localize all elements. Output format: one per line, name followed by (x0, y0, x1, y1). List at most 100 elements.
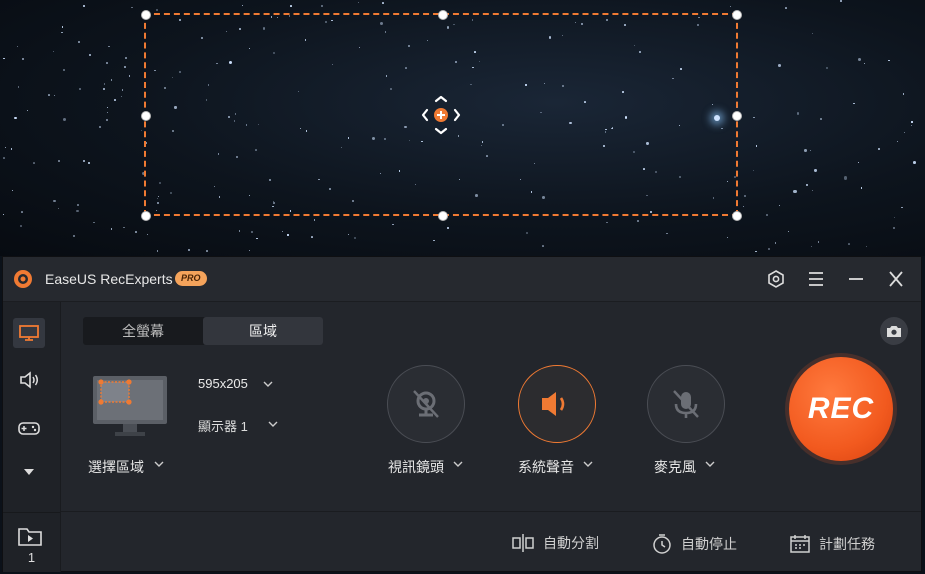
star (863, 62, 865, 64)
star (606, 221, 608, 224)
microphone-chevron-down-icon[interactable] (705, 461, 715, 467)
move-icon[interactable] (421, 95, 461, 135)
resize-handle-bm[interactable] (438, 211, 448, 221)
speaker-icon (542, 392, 565, 416)
star (106, 61, 109, 64)
record-button[interactable]: REC (789, 357, 893, 461)
star (123, 226, 125, 229)
star (847, 243, 850, 246)
star (131, 6, 134, 9)
star (817, 240, 820, 243)
star (129, 75, 131, 77)
screenshot-button[interactable] (880, 317, 908, 345)
region-monitor-icon[interactable] (93, 376, 167, 438)
resize-handle-tm[interactable] (438, 10, 448, 20)
webcam-chevron-down-icon[interactable] (453, 461, 463, 467)
star (774, 242, 777, 244)
webcam-toggle-button[interactable] (387, 365, 465, 443)
recorder-panel: EaseUS RecExperts PRO 1 全螢幕 區域 595x205 顯… (2, 256, 922, 572)
star (19, 225, 22, 227)
star (98, 126, 101, 129)
star (852, 102, 855, 105)
app-logo-icon (14, 270, 32, 288)
resize-handle-bl[interactable] (141, 211, 151, 221)
display-select[interactable]: 顯示器 1 (198, 416, 248, 435)
star (840, 0, 842, 2)
system-sound-label[interactable]: 系統聲音 (518, 457, 574, 477)
menu-icon[interactable] (803, 267, 829, 291)
resize-handle-ml[interactable] (141, 111, 151, 121)
sidebar-item-audio[interactable] (13, 365, 45, 395)
resize-handle-br[interactable] (732, 211, 742, 221)
star (78, 41, 81, 44)
star (810, 149, 812, 151)
star (248, 250, 250, 252)
star (893, 217, 895, 219)
star (53, 95, 55, 97)
sidebar-item-screen[interactable] (13, 318, 45, 348)
star (21, 57, 24, 60)
recordings-count: 1 (27, 550, 36, 565)
resize-handle-tl[interactable] (141, 10, 151, 20)
sidebar-item-more[interactable] (13, 457, 45, 487)
system-sound-toggle-button[interactable] (518, 365, 596, 443)
star (911, 121, 913, 123)
timer-icon (653, 534, 671, 554)
tab-fullscreen[interactable]: 全螢幕 (83, 317, 203, 345)
star (752, 169, 755, 172)
star (911, 124, 913, 126)
microphone-toggle-button[interactable] (647, 365, 725, 443)
star (812, 32, 814, 34)
select-area-chevron-down-icon[interactable] (154, 461, 164, 467)
star (33, 162, 36, 165)
resize-handle-tr[interactable] (732, 10, 742, 20)
region-size[interactable]: 595x205 (198, 376, 248, 391)
pro-badge[interactable]: PRO (175, 271, 207, 286)
star (357, 1, 360, 4)
star (753, 116, 755, 119)
star (93, 221, 95, 224)
star (3, 57, 5, 60)
star (103, 83, 106, 85)
close-icon[interactable] (883, 267, 909, 291)
star (777, 64, 781, 67)
star (134, 231, 137, 233)
auto-stop-button[interactable]: 自動停止 (651, 533, 737, 555)
star (47, 93, 50, 96)
size-chevron-down-icon[interactable] (263, 381, 273, 387)
app-title: EaseUS RecExperts (45, 271, 173, 287)
record-label: REC (807, 392, 875, 425)
minimize-icon[interactable] (843, 267, 869, 291)
webcam-label[interactable]: 視訊鏡頭 (388, 457, 444, 477)
select-area-label[interactable]: 選擇區域 (88, 457, 144, 477)
system-sound-chevron-down-icon[interactable] (583, 461, 593, 467)
sidebar-item-game[interactable] (13, 413, 45, 443)
star (10, 148, 13, 150)
star (18, 86, 20, 88)
tab-region[interactable]: 區域 (203, 317, 323, 345)
display-chevron-down-icon[interactable] (268, 421, 278, 427)
star (743, 194, 746, 198)
star (742, 205, 744, 207)
star (120, 95, 123, 98)
star (843, 176, 847, 180)
star (53, 199, 56, 202)
star (146, 233, 149, 236)
star (2, 213, 4, 215)
star (542, 245, 545, 247)
star (121, 88, 124, 91)
schedule-icon (790, 535, 810, 553)
auto-split-label: 自動分割 (543, 535, 599, 551)
star (114, 99, 116, 101)
star (806, 184, 808, 186)
split-icon (512, 534, 534, 552)
star (110, 228, 113, 230)
settings-icon[interactable] (763, 267, 789, 291)
resize-handle-mr[interactable] (732, 111, 742, 121)
auto-split-button[interactable]: 自動分割 (511, 533, 599, 553)
star (78, 87, 81, 90)
microphone-label[interactable]: 麥克風 (654, 457, 696, 477)
recordings-folder-icon[interactable] (16, 526, 44, 548)
schedule-button[interactable]: 計劃任務 (789, 533, 875, 555)
star (320, 4, 323, 7)
